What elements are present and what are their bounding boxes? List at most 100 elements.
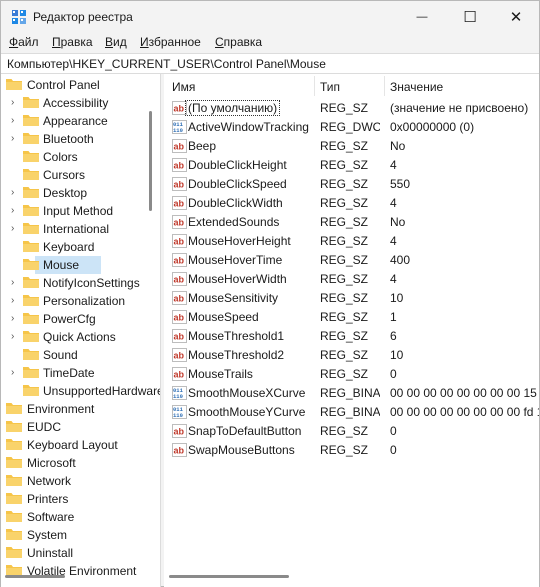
svg-text:ab: ab (174, 142, 185, 152)
string-value-icon: ab (172, 367, 187, 381)
column-header-type[interactable]: Тип (320, 80, 340, 94)
value-row[interactable]: 110011ActiveWindowTrackingREG_DWORD0x000… (164, 118, 539, 137)
tree-item[interactable]: Environment (1, 400, 160, 418)
tree-item[interactable]: › NotifyIconSettings (1, 274, 160, 292)
value-data: 0 (390, 367, 397, 381)
value-data: 4 (390, 234, 397, 248)
tree-item[interactable]: ›Uninstall (1, 544, 160, 562)
chevron-right-icon[interactable]: › (11, 133, 21, 145)
chevron-right-icon[interactable]: › (11, 223, 21, 235)
tree-item[interactable]: ›Software (1, 508, 160, 526)
tree-horizontal-scrollbar[interactable] (5, 575, 65, 578)
address-bar[interactable]: Компьютер\HKEY_CURRENT_USER\Control Pane… (1, 53, 539, 74)
tree-vertical-scrollbar[interactable] (149, 111, 152, 211)
svg-text:ab: ab (174, 370, 185, 380)
menu-file[interactable]: Файл (9, 35, 39, 49)
chevron-right-icon[interactable]: › (11, 367, 21, 379)
value-type: REG_SZ (320, 291, 369, 305)
chevron-right-icon[interactable]: › (11, 313, 21, 325)
value-row[interactable]: ab MouseHoverHeight REG_SZ 4 (164, 232, 539, 251)
binary-value-icon: 110011 (172, 120, 187, 134)
key-tree[interactable]: ⌄Control Panel›Accessibility›Appearance›… (1, 74, 161, 587)
tree-item[interactable]: › PowerCfg (1, 310, 160, 328)
value-type: REG_SZ (320, 253, 369, 267)
chevron-right-icon[interactable]: › (11, 115, 21, 127)
menu-help[interactable]: Справка (215, 35, 262, 49)
column-header-name[interactable]: Имя (172, 80, 195, 94)
value-row[interactable]: ab DoubleClickWidth REG_SZ 4 (164, 194, 539, 213)
tree-item[interactable]: › Desktop (1, 184, 160, 202)
title-bar[interactable]: Редактор реестра — ☐ ✕ (1, 1, 539, 33)
value-row[interactable]: ab DoubleClickSpeed REG_SZ 550 (164, 175, 539, 194)
value-row[interactable]: ab MouseHoverTime REG_SZ 400 (164, 251, 539, 270)
folder-icon (6, 547, 22, 558)
value-row[interactable]: ab MouseHoverWidth REG_SZ 4 (164, 270, 539, 289)
value-data: 0x00000000 (0) (390, 120, 475, 134)
chevron-right-icon[interactable]: › (11, 277, 21, 289)
tree-item[interactable]: ›Printers (1, 490, 160, 508)
column-divider[interactable] (384, 76, 385, 96)
value-row[interactable]: ab MouseTrails REG_SZ 0 (164, 365, 539, 384)
tree-item[interactable]: › Quick Actions (1, 328, 160, 346)
tree-item[interactable]: Keyboard (1, 238, 160, 256)
column-header-value[interactable]: Значение (390, 80, 443, 94)
chevron-right-icon (11, 349, 21, 361)
svg-text:110: 110 (173, 127, 183, 134)
column-divider[interactable] (314, 76, 315, 96)
tree-item-label: Colors (43, 150, 78, 164)
tree-item[interactable]: ⌄Control Panel (1, 76, 160, 94)
maximize-button[interactable]: ☐ (447, 1, 493, 33)
tree-item-label: EUDC (27, 420, 62, 434)
value-row[interactable]: ab MouseThreshold2 REG_SZ 10 (164, 346, 539, 365)
tree-item[interactable]: › Personalization (1, 292, 160, 310)
value-row[interactable]: ab DoubleClickHeight REG_SZ 4 (164, 156, 539, 175)
close-button[interactable]: ✕ (493, 1, 539, 33)
tree-item[interactable]: ›Microsoft (1, 454, 160, 472)
tree-item[interactable]: UnsupportedHardware (1, 382, 160, 400)
chevron-right-icon[interactable]: › (11, 331, 21, 343)
value-row[interactable]: ab Beep REG_SZ No (164, 137, 539, 156)
tree-item[interactable]: › TimeDate (1, 364, 160, 382)
menu-edit[interactable]: Правка (52, 35, 93, 49)
value-row[interactable]: ab ExtendedSounds REG_SZ No (164, 213, 539, 232)
value-data: 00 00 00 00 00 00 00 00 fd 11 (390, 405, 539, 419)
menu-view[interactable]: Вид (105, 35, 127, 49)
tree-item[interactable]: › Input Method (1, 202, 160, 220)
chevron-right-icon[interactable]: › (11, 205, 21, 217)
value-row[interactable]: ab MouseSpeed REG_SZ 1 (164, 308, 539, 327)
menu-favorites[interactable]: Избранное (140, 35, 201, 49)
tree-item[interactable]: ›EUDC (1, 418, 160, 436)
value-row[interactable]: 110011SmoothMouseXCurveREG_BINARY00 00 0… (164, 384, 539, 403)
tree-item[interactable]: › Accessibility (1, 94, 160, 112)
tree-item[interactable]: Mouse (1, 256, 160, 274)
minimize-button[interactable]: — (399, 1, 445, 33)
chevron-right-icon[interactable]: › (11, 187, 21, 199)
tree-item[interactable]: ›Keyboard Layout (1, 436, 160, 454)
tree-item[interactable]: ›Network (1, 472, 160, 490)
value-row[interactable]: ab SwapMouseButtons REG_SZ 0 (164, 441, 539, 460)
value-row[interactable]: ab MouseThreshold1 REG_SZ 6 (164, 327, 539, 346)
value-row[interactable]: 110011SmoothMouseYCurveREG_BINARY00 00 0… (164, 403, 539, 422)
tree-item[interactable]: › International (1, 220, 160, 238)
minimize-icon: — (416, 11, 428, 23)
chevron-right-icon[interactable]: › (11, 295, 21, 307)
value-list[interactable]: Имя Тип Значение ab (По умолчанию) REG_SZ(… (164, 74, 539, 587)
list-horizontal-scrollbar[interactable] (169, 575, 289, 578)
tree-item[interactable]: Cursors (1, 166, 160, 184)
chevron-right-icon (11, 259, 21, 271)
tree-item-label: Sound (43, 348, 78, 362)
value-name: MouseThreshold1 (188, 329, 285, 343)
tree-item[interactable]: Colors (1, 148, 160, 166)
tree-item[interactable]: ›System (1, 526, 160, 544)
value-data: 400 (390, 253, 411, 267)
value-row[interactable]: ab MouseSensitivity REG_SZ 10 (164, 289, 539, 308)
tree-item[interactable]: › Bluetooth (1, 130, 160, 148)
value-row[interactable]: ab (По умолчанию) REG_SZ (значение не присв… (164, 99, 539, 118)
svg-text:ab: ab (174, 237, 185, 247)
tree-item[interactable]: › Appearance (1, 112, 160, 130)
tree-item[interactable]: Sound (1, 346, 160, 364)
svg-text:011: 011 (173, 406, 184, 413)
chevron-right-icon[interactable]: › (11, 97, 21, 109)
value-row[interactable]: ab SnapToDefaultButton REG_SZ 0 (164, 422, 539, 441)
tree-item-label: Control Panel (27, 78, 100, 92)
